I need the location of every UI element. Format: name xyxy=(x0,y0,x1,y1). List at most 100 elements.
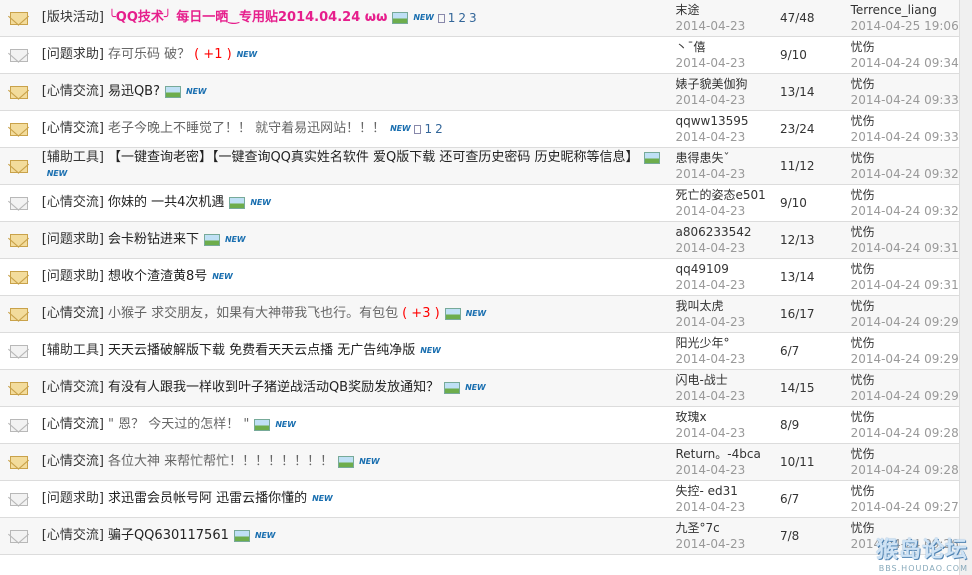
table-row[interactable]: [辅助工具] 天天云播破解版下载 免费看天天云点播 无广告纯净版 NEW 阳光少年° 2… xyxy=(0,333,960,370)
last-post-date[interactable]: 2014-04-24 09:32 xyxy=(851,203,960,219)
thread-title-link[interactable]: 老子今晚上不睡觉了！！ 就守着易迅网站！！！ xyxy=(108,121,385,137)
last-poster-link[interactable]: 忧伤 xyxy=(851,372,960,388)
page-link[interactable]: 3 xyxy=(469,10,477,26)
thread-category-link[interactable]: [心情交流] xyxy=(42,417,104,433)
page-link[interactable]: 2 xyxy=(458,10,466,26)
table-row[interactable]: [心情交流] " 恩？ 今天过的怎样！ " NEW 玫瑰x 2014-04-23 8/9 忧… xyxy=(0,407,960,444)
thread-title-link[interactable]: ╰QQ技术╯ 每日一晒‿专用贴2014.04.24 ωω xyxy=(108,10,387,26)
last-poster-link[interactable]: 忧伤 xyxy=(851,76,960,92)
last-post-date[interactable]: 2014-04-24 09:28 xyxy=(851,425,960,441)
thread-title-link[interactable]: 小猴子 求交朋友，如果有大神带我飞也行。有包包 xyxy=(108,306,398,322)
thread-category-link[interactable]: [心情交流] xyxy=(42,380,104,396)
author-name-link[interactable]: 闪电-战士 xyxy=(675,372,774,388)
last-post-date[interactable]: 2014-04-25 19:06 xyxy=(851,18,960,34)
vertical-scrollbar[interactable] xyxy=(959,0,972,575)
author-name-link[interactable]: qqww13595 xyxy=(675,113,774,129)
last-poster-link[interactable]: Terrence_liang xyxy=(851,2,960,18)
thread-category-link[interactable]: [心情交流] xyxy=(42,84,104,100)
author-name-link[interactable]: 我叫太虎 xyxy=(675,298,774,314)
thread-status-cell xyxy=(0,0,38,36)
last-poster-link[interactable]: 忧伤 xyxy=(851,113,960,129)
page-link[interactable]: 2 xyxy=(435,121,443,137)
last-poster-link[interactable]: 忧伤 xyxy=(851,483,960,499)
new-badge-icon: NEW xyxy=(46,169,68,178)
table-row[interactable]: [辅助工具] 【一键查询老密】【一键查询QQ真实姓名软件 爱Q版下载 还可查历史密… xyxy=(0,148,960,185)
table-row[interactable]: [问题求助] 求迅雷会员帐号阿 迅雷云播你懂的 NEW 失控- ed31 2014-04… xyxy=(0,481,960,518)
last-poster-link[interactable]: 忧伤 xyxy=(851,298,960,314)
table-row[interactable]: [问题求助] 存可乐码 破？ ( +1 ) NEW 丶ˉ僖 2014-04-23 9/10 忧… xyxy=(0,37,960,74)
page-link[interactable]: 1 xyxy=(424,121,432,137)
thread-title-link[interactable]: 会卡粉钻进来下 xyxy=(108,232,199,248)
thread-title-link[interactable]: 天天云播破解版下载 免费看天天云点播 无广告纯净版 xyxy=(108,343,415,359)
thread-title-link[interactable]: 想收个渣渣黄8号 xyxy=(108,269,207,285)
thread-title-link[interactable]: 存可乐码 破？ xyxy=(108,47,190,63)
table-row[interactable]: [问题求助] 会卡粉钻进来下 NEW a806233542 2014-04-23 12/1… xyxy=(0,222,960,259)
table-row[interactable]: [心情交流] 易迅QB? NEW 婊子貌美伽狗 2014-04-23 13/14 忧伤 201… xyxy=(0,74,960,111)
page-link[interactable]: 1 xyxy=(448,10,456,26)
last-post-date[interactable]: 2014-04-24 09:31 xyxy=(851,277,960,293)
author-name-link[interactable]: 阳光少年° xyxy=(675,335,774,351)
author-name-link[interactable]: 患得患失ˇ xyxy=(675,150,774,166)
thread-title-link[interactable]: 骗子QQ630117561 xyxy=(108,528,229,544)
thread-title-link[interactable]: " 恩？ 今天过的怎样！ " xyxy=(108,417,249,433)
thread-title-link[interactable]: 你妹的 一共4次机遇 xyxy=(108,195,224,211)
author-name-link[interactable]: 末途 xyxy=(675,2,774,18)
table-row[interactable]: [心情交流] 小猴子 求交朋友，如果有大神带我飞也行。有包包 ( +3 ) NEW 我叫… xyxy=(0,296,960,333)
thread-category-link[interactable]: [辅助工具] xyxy=(42,150,104,166)
table-row[interactable]: [问题求助] 想收个渣渣黄8号 NEW qq49109 2014-04-23 13/14 忧… xyxy=(0,259,960,296)
author-name-link[interactable]: a806233542 xyxy=(675,224,774,240)
table-row[interactable]: [心情交流] 有没有人跟我一样收到叶子猪逆战活动QB奖励发放通知？ NEW 闪电-战士… xyxy=(0,370,960,407)
last-post-date[interactable]: 2014-04-24 09:33 xyxy=(851,92,960,108)
thread-category-link[interactable]: [问题求助] xyxy=(42,47,104,63)
table-row[interactable]: [心情交流] 骗子QQ630117561 NEW 九圣°7c 2014-04-23 7/8… xyxy=(0,518,960,555)
thread-category-link[interactable]: [问题求助] xyxy=(42,491,104,507)
author-name-link[interactable]: 死亡的姿态e501 xyxy=(675,187,774,203)
last-post-date[interactable]: 2014-04-24 09:28 xyxy=(851,462,960,478)
author-post-date: 2014-04-23 xyxy=(675,204,746,218)
last-poster-link[interactable]: 忧伤 xyxy=(851,224,960,240)
thread-title-link[interactable]: 易迅QB? xyxy=(108,84,160,100)
last-post-date[interactable]: 2014-04-24 09:29 xyxy=(851,314,960,330)
reply-view-count: 13/14 xyxy=(779,85,815,99)
last-poster-link[interactable]: 忧伤 xyxy=(851,39,960,55)
thread-category-link[interactable]: [心情交流] xyxy=(42,306,104,322)
last-poster-link[interactable]: 忧伤 xyxy=(851,446,960,462)
last-post-date[interactable]: 2014-04-24 09:32 xyxy=(851,166,960,182)
table-row[interactable]: [心情交流] 老子今晚上不睡觉了！！ 就守着易迅网站！！！ NEW 1 2 qqww135… xyxy=(0,111,960,148)
last-poster-link[interactable]: 忧伤 xyxy=(851,409,960,425)
last-post-date[interactable]: 2014-04-24 09:29 xyxy=(851,388,960,404)
thread-title-link[interactable]: 各位大神 来帮忙帮忙！！！！！！！！ xyxy=(108,454,333,470)
author-name-link[interactable]: 失控- ed31 xyxy=(675,483,774,499)
thread-title-link[interactable]: 【一键查询老密】【一键查询QQ真实姓名软件 爱Q版下载 还可查历史密码 历史昵称… xyxy=(108,150,639,166)
last-poster-link[interactable]: 忧伤 xyxy=(851,187,960,203)
thread-category-link[interactable]: [心情交流] xyxy=(42,121,104,137)
table-row[interactable]: [心情交流] 你妹的 一共4次机遇 NEW 死亡的姿态e501 2014-04-23 9/… xyxy=(0,185,960,222)
last-post-date[interactable]: 2014-04-24 09:29 xyxy=(851,351,960,367)
thread-category-link[interactable]: [辅助工具] xyxy=(42,343,104,359)
last-poster-link[interactable]: 忧伤 xyxy=(851,335,960,351)
author-name-link[interactable]: Return。-4bca xyxy=(675,446,774,462)
thread-bonus: ( +3 ) xyxy=(402,306,440,321)
thread-category-link[interactable]: [问题求助] xyxy=(42,232,104,248)
thread-category-link[interactable]: [心情交流] xyxy=(42,528,104,544)
last-post-date[interactable]: 2014-04-24 09:27 xyxy=(851,499,960,515)
last-post-date[interactable]: 2014-04-24 09:33 xyxy=(851,129,960,145)
last-poster-link[interactable]: 忧伤 xyxy=(851,150,960,166)
table-row[interactable]: [心情交流] 各位大神 来帮忙帮忙！！！！！！！！ NEW Return。-4bca 2… xyxy=(0,444,960,481)
thread-category-link[interactable]: [版块活动] xyxy=(42,10,104,26)
thread-title-link[interactable]: 求迅雷会员帐号阿 迅雷云播你懂的 xyxy=(108,491,307,507)
thread-title-link[interactable]: 有没有人跟我一样收到叶子猪逆战活动QB奖励发放通知？ xyxy=(108,380,439,396)
last-poster-link[interactable]: 忧伤 xyxy=(851,261,960,277)
author-name-link[interactable]: qq49109 xyxy=(675,261,774,277)
thread-category-link[interactable]: [心情交流] xyxy=(42,195,104,211)
table-row[interactable]: [版块活动] ╰QQ技术╯ 每日一晒‿专用贴2014.04.24 ωω NEW 1 2 3… xyxy=(0,0,960,37)
author-name-link[interactable]: 九圣°7c xyxy=(675,520,774,536)
last-post-date[interactable]: 2014-04-24 09:31 xyxy=(851,240,960,256)
author-name-link[interactable]: 丶ˉ僖 xyxy=(675,39,774,55)
author-name-link[interactable]: 婊子貌美伽狗 xyxy=(675,76,774,92)
thread-category-link[interactable]: [心情交流] xyxy=(42,454,104,470)
thread-category-link[interactable]: [问题求助] xyxy=(42,269,104,285)
author-name-link[interactable]: 玫瑰x xyxy=(675,409,774,425)
last-post-date[interactable]: 2014-04-24 09:34 xyxy=(851,55,960,71)
thread-title-cell: [辅助工具] 天天云播破解版下载 免费看天天云点播 无广告纯净版 NEW xyxy=(38,333,675,369)
